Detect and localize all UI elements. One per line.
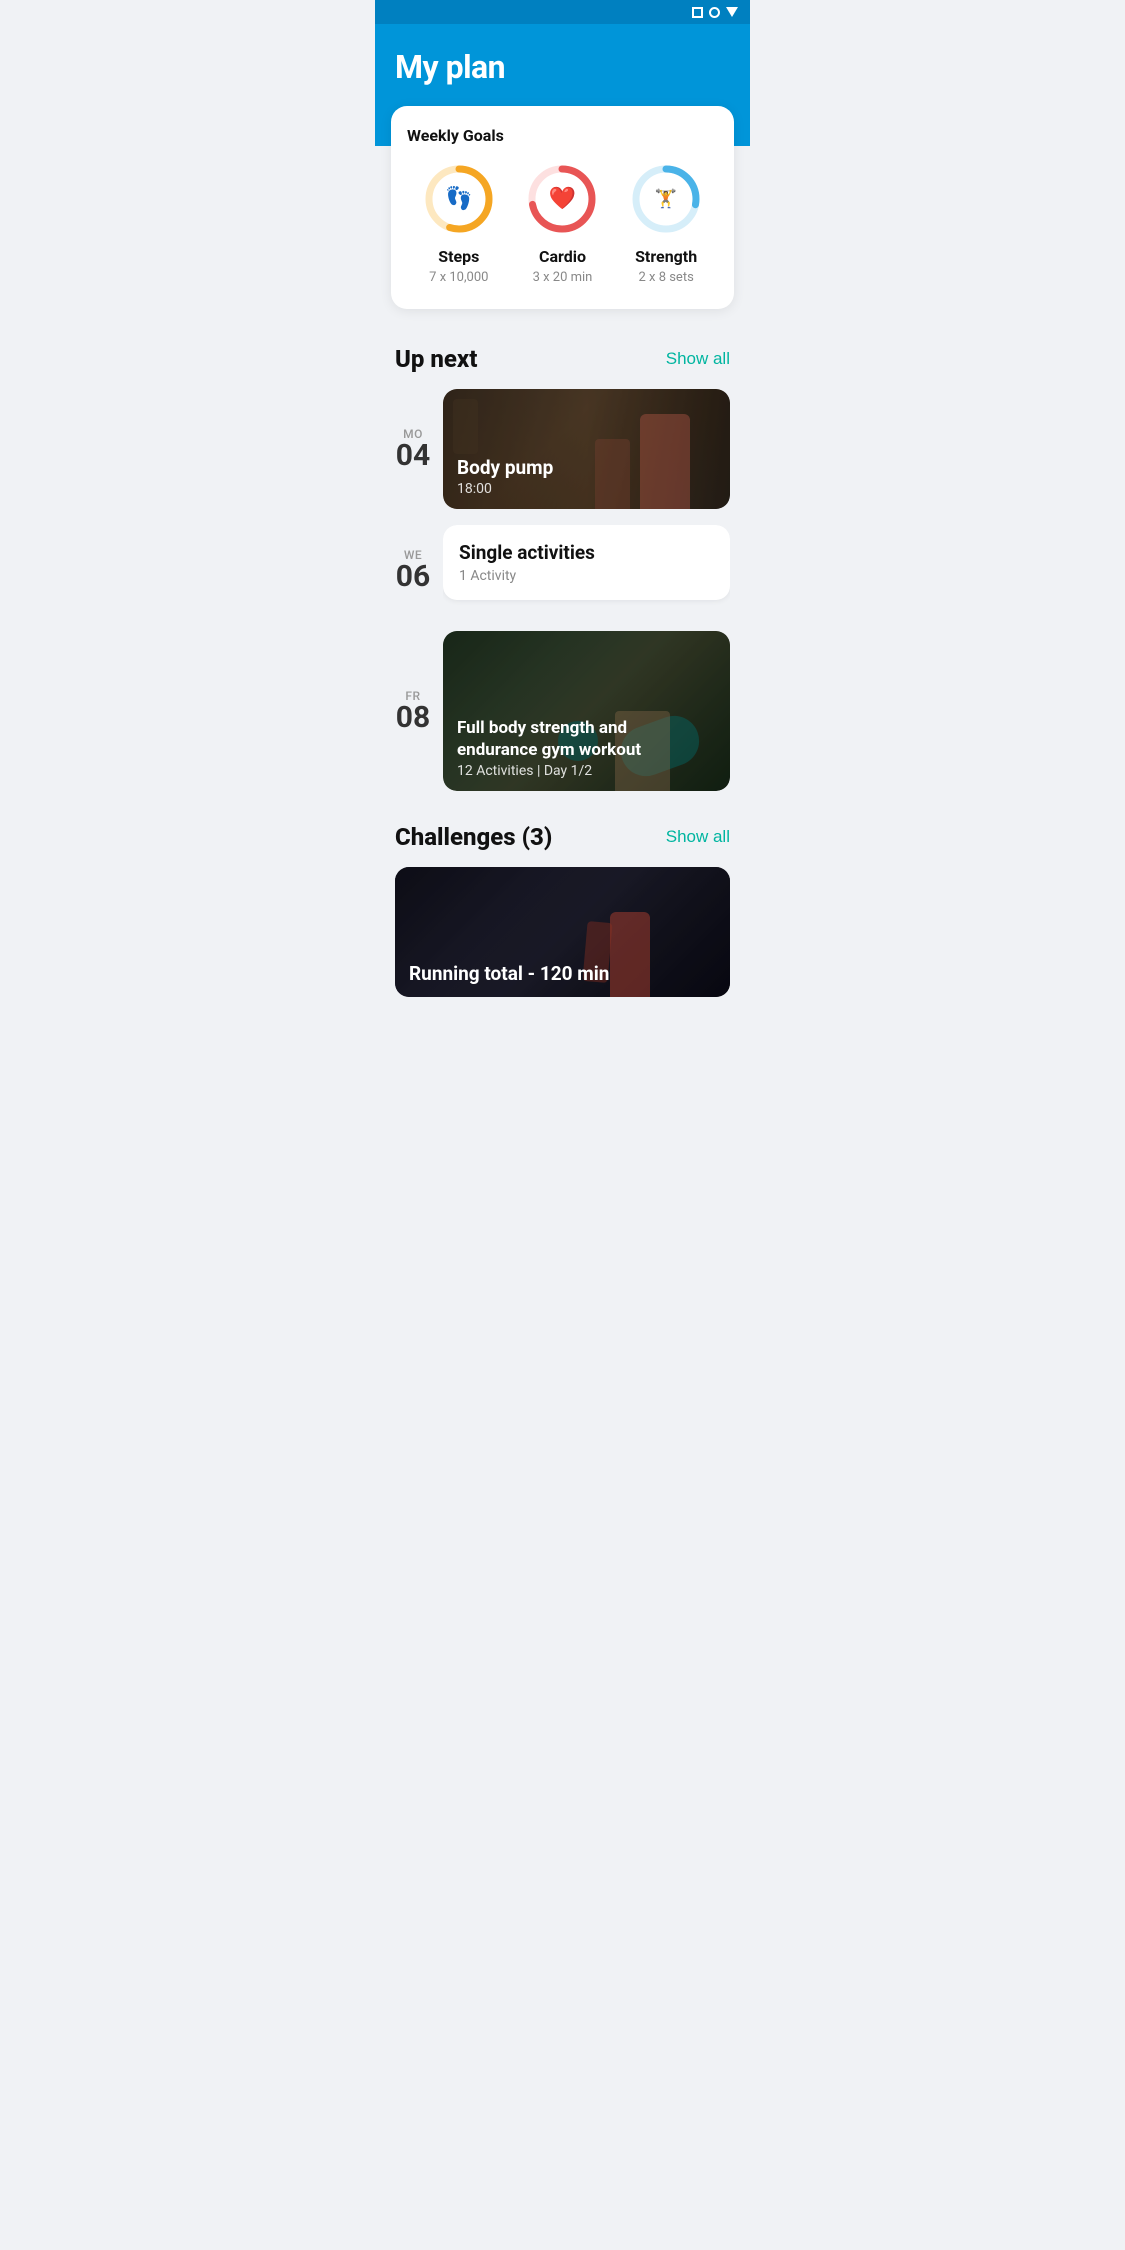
weekly-goals-card: Weekly Goals 👣 Steps 7 x 10,000 ❤️	[391, 106, 734, 309]
challenges-title: Challenges (3)	[395, 823, 552, 851]
activity-date-fr08: FR 08	[395, 689, 431, 733]
weekly-goals-title: Weekly Goals	[407, 126, 718, 145]
page-title: My plan	[395, 48, 730, 86]
day-num-04: 04	[396, 441, 430, 471]
activity-row-body-pump: MO 04 Body pump 18:00	[395, 389, 730, 509]
goal-cardio-circle: ❤️	[524, 161, 600, 237]
running-challenge-title: Running total - 120 min	[409, 962, 609, 985]
cardio-label: Cardio	[539, 247, 586, 266]
cardio-sublabel: 3 x 20 min	[533, 270, 593, 285]
up-next-show-all-button[interactable]: Show all	[666, 349, 730, 369]
strength-sublabel: 2 x 8 sets	[638, 270, 693, 285]
goal-strength[interactable]: 🏋 Strength 2 x 8 sets	[628, 161, 704, 285]
activity-card-body-pump[interactable]: Body pump 18:00	[443, 389, 730, 509]
body-pump-text: Body pump 18:00	[457, 456, 553, 497]
single-activities-card: Single activities 1 Activity	[443, 525, 730, 600]
goal-strength-circle: 🏋	[628, 161, 704, 237]
activity-row-single: WE 06 Single activities 1 Activity	[395, 525, 730, 615]
single-activities-subtitle: 1 Activity	[459, 568, 714, 584]
goal-steps-circle: 👣	[421, 161, 497, 237]
cardio-icon: ❤️	[549, 187, 576, 212]
full-body-text: Full body strength and endurance gym wor…	[457, 717, 677, 779]
full-body-subtitle: 12 Activities | Day 1/2	[457, 763, 677, 779]
challenge-card-running[interactable]: Running total - 120 min	[395, 867, 730, 997]
activity-date-we06: WE 06	[395, 548, 431, 592]
activity-date-mo04: MO 04	[395, 427, 431, 471]
goal-steps[interactable]: 👣 Steps 7 x 10,000	[421, 161, 497, 285]
full-body-title: Full body strength and endurance gym wor…	[457, 717, 677, 761]
steps-icon: 👣	[445, 187, 472, 212]
body-pump-title: Body pump	[457, 456, 553, 479]
day-num-08: 08	[396, 703, 430, 733]
full-body-image: Full body strength and endurance gym wor…	[443, 631, 730, 791]
steps-sublabel: 7 x 10,000	[429, 270, 488, 285]
activity-card-single[interactable]: Single activities 1 Activity	[443, 525, 730, 615]
strength-label: Strength	[635, 247, 697, 266]
status-bar	[375, 0, 750, 24]
activity-card-full-body[interactable]: Full body strength and endurance gym wor…	[443, 631, 730, 791]
goal-cardio[interactable]: ❤️ Cardio 3 x 20 min	[524, 161, 600, 285]
challenges-show-all-button[interactable]: Show all	[666, 827, 730, 847]
status-icon-triangle	[726, 7, 738, 17]
up-next-header: Up next Show all	[395, 345, 730, 373]
body-pump-subtitle: 18:00	[457, 481, 553, 497]
steps-label: Steps	[438, 247, 479, 266]
body-pump-image: Body pump 18:00	[443, 389, 730, 509]
running-challenge-text: Running total - 120 min	[409, 962, 609, 985]
challenges-header: Challenges (3) Show all	[395, 823, 730, 851]
up-next-section: Up next Show all MO 04 Body pump 18:00	[375, 329, 750, 815]
strength-icon: 🏋	[655, 189, 677, 210]
single-activities-title: Single activities	[459, 541, 714, 564]
day-num-06: 06	[396, 562, 430, 592]
challenges-section: Challenges (3) Show all Running total - …	[375, 815, 750, 1013]
up-next-title: Up next	[395, 345, 477, 373]
activity-row-full-body: FR 08 Full body strength and endurance g…	[395, 631, 730, 791]
goals-row: 👣 Steps 7 x 10,000 ❤️ Cardio 3 x 20 min	[407, 161, 718, 285]
status-icon-circle	[709, 7, 720, 18]
status-icon-square	[692, 7, 703, 18]
